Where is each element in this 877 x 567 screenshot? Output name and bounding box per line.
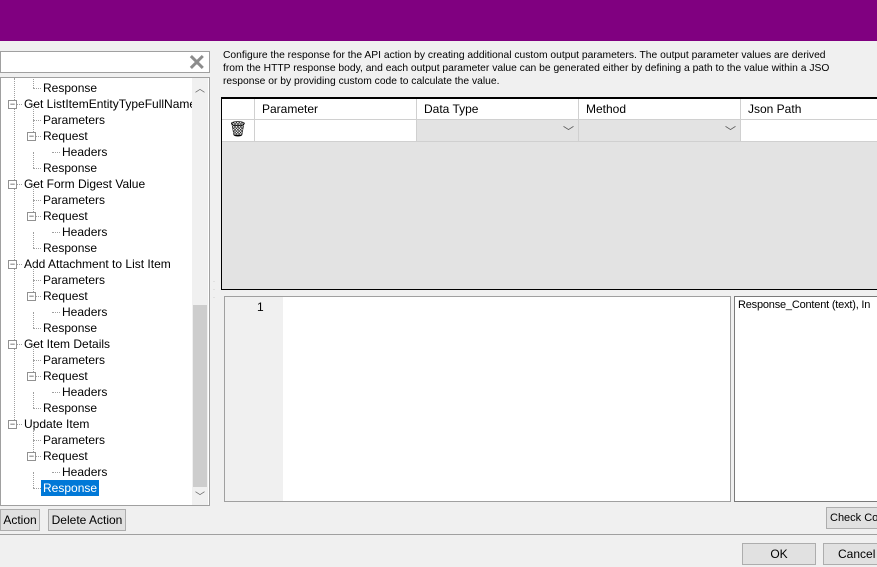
parameter-cell[interactable]	[255, 120, 417, 142]
tree-line	[33, 424, 34, 440]
collapse-icon[interactable]: −	[27, 452, 36, 461]
tree-line	[33, 472, 34, 488]
tree-search-input[interactable]: ✕	[0, 50, 210, 76]
tree-item[interactable]: Request	[41, 288, 90, 304]
tree-line	[52, 232, 60, 233]
tree-item[interactable]: Get Form Digest Value	[22, 176, 147, 192]
tree-item[interactable]: Response	[41, 80, 99, 96]
close-icon[interactable]: ✕	[188, 50, 206, 76]
tree-line	[33, 104, 34, 120]
description-line: response or by providing custom code to …	[223, 76, 500, 87]
tree-line	[33, 440, 41, 441]
tree-line	[33, 392, 34, 408]
column-method[interactable]: Method	[579, 99, 741, 120]
ok-button[interactable]: OK	[742, 543, 816, 565]
column-parameter[interactable]: Parameter	[255, 99, 417, 120]
tree-line	[33, 488, 41, 489]
tree-item[interactable]: Response	[41, 240, 99, 256]
tree-line	[33, 408, 41, 409]
tree-item[interactable]: Parameters	[41, 272, 107, 288]
trash-icon[interactable]: 🗑	[222, 120, 255, 142]
column-json-path[interactable]: Json Path	[741, 99, 877, 120]
tree-line	[33, 312, 34, 328]
divider	[0, 534, 877, 535]
tree-line	[33, 360, 41, 361]
tree-line	[52, 392, 60, 393]
title-bar	[0, 0, 877, 41]
chevron-up-icon[interactable]: ︿	[192, 80, 208, 95]
tree-line	[33, 168, 41, 169]
tree-line	[33, 328, 41, 329]
output-parameters-grid: Parameter Data Type Method Json Path 🗑 ﹀…	[221, 97, 877, 290]
row-header	[222, 99, 255, 120]
tree-item[interactable]: Request	[41, 368, 90, 384]
tree-item[interactable]: Request	[41, 128, 90, 144]
tree-line	[33, 200, 41, 201]
chevron-down-icon: ﹀	[725, 126, 736, 138]
tree-item[interactable]: Response	[41, 320, 99, 336]
tree-line	[14, 78, 15, 424]
column-data-type[interactable]: Data Type	[417, 99, 579, 120]
line-gutter: 1	[225, 297, 283, 501]
code-editor[interactable]: 1	[224, 296, 731, 502]
tree-item[interactable]: Parameters	[41, 192, 107, 208]
tree-line	[33, 78, 34, 88]
splitter-grip[interactable]: · · ·	[213, 278, 216, 302]
tree-line	[33, 184, 34, 200]
variables-list[interactable]: Response_Content (text), In	[734, 296, 877, 502]
delete-action-button[interactable]: Delete Action	[48, 509, 126, 531]
tree-line	[52, 152, 60, 153]
description-line: Configure the response for the API actio…	[223, 50, 826, 61]
collapse-icon[interactable]: −	[27, 212, 36, 221]
collapse-icon[interactable]: −	[27, 292, 36, 301]
cancel-button[interactable]: Cancel	[823, 543, 877, 565]
tree-item[interactable]: Headers	[60, 384, 109, 400]
tree-item[interactable]: Response	[41, 400, 99, 416]
tree-item[interactable]: Headers	[60, 224, 109, 240]
collapse-icon[interactable]: −	[8, 100, 17, 109]
json-path-cell[interactable]	[741, 120, 877, 142]
add-action-button[interactable]: Action	[0, 509, 40, 531]
chevron-down-icon: ﹀	[563, 126, 574, 138]
tree-line	[33, 232, 34, 248]
tree-line	[33, 248, 41, 249]
line-number: 1	[257, 300, 264, 314]
tree-item[interactable]: Headers	[60, 144, 109, 160]
chevron-down-icon[interactable]: ﹀	[192, 488, 208, 503]
tree-item[interactable]: Get ListItemEntityTypeFullName	[22, 96, 198, 112]
tree-item[interactable]: Parameters	[41, 352, 107, 368]
tree-item[interactable]: Request	[41, 448, 90, 464]
method-select[interactable]: ﹀	[579, 120, 741, 142]
tree-item[interactable]: Parameters	[41, 432, 107, 448]
tree-item[interactable]: Headers	[60, 464, 109, 480]
tree-item[interactable]: Parameters	[41, 112, 107, 128]
collapse-icon[interactable]: −	[8, 180, 17, 189]
collapse-icon[interactable]: −	[8, 340, 17, 349]
tree-line	[33, 152, 34, 168]
tree-item[interactable]: Get Item Details	[22, 336, 112, 352]
collapse-icon[interactable]: −	[27, 372, 36, 381]
data-type-select[interactable]: ﹀	[417, 120, 579, 142]
tree-item[interactable]: Response	[41, 480, 100, 496]
tree-line	[52, 312, 60, 313]
tree-line	[33, 88, 41, 89]
action-tree: Response − Get ListItemEntityTypeFullName P…	[0, 77, 210, 506]
description-line: from the HTTP response body, and each ou…	[223, 63, 830, 74]
tree-item[interactable]: Add Attachment to List Item	[22, 256, 173, 272]
tree-line	[33, 120, 41, 121]
description: Configure the response for the API actio…	[223, 49, 875, 88]
tree-line	[52, 472, 60, 473]
tree-item[interactable]: Response	[41, 160, 99, 176]
tree-item[interactable]: Headers	[60, 304, 109, 320]
collapse-icon[interactable]: −	[27, 132, 36, 141]
collapse-icon[interactable]: −	[8, 420, 17, 429]
tree-item[interactable]: Request	[41, 208, 90, 224]
tree-line	[33, 344, 34, 360]
tree-line	[33, 264, 34, 280]
collapse-icon[interactable]: −	[8, 260, 17, 269]
tree-line	[33, 280, 41, 281]
check-code-button[interactable]: Check Co	[826, 507, 877, 529]
scrollbar-thumb[interactable]	[193, 305, 207, 487]
